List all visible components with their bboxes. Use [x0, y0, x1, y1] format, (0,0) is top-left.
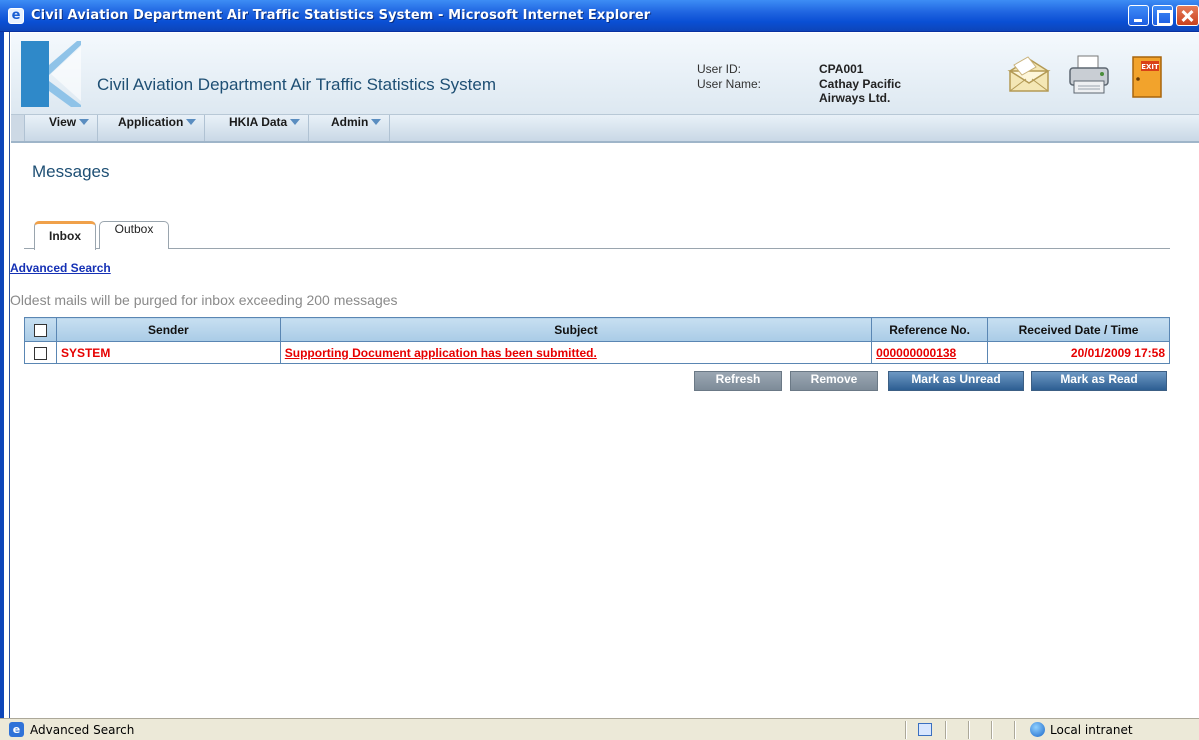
received-cell: 20/01/2009 17:58	[987, 341, 1170, 364]
menu-application[interactable]: Application	[110, 115, 206, 141]
status-text: Advanced Search	[30, 723, 135, 737]
column-header-reference[interactable]: Reference No.	[871, 317, 989, 342]
exit-door-icon[interactable]: EXIT	[1127, 55, 1167, 99]
menu-view[interactable]: View	[41, 115, 99, 141]
user-id-value: CPA001	[819, 62, 864, 76]
advanced-search-link[interactable]: Advanced Search	[10, 261, 111, 275]
maximize-button[interactable]	[1152, 5, 1173, 26]
menu-view-label: View	[49, 115, 77, 129]
window-title: Civil Aviation Department Air Traffic St…	[31, 8, 651, 23]
menu-hkia-data[interactable]: HKIA Data	[221, 115, 310, 141]
close-window-button[interactable]	[1176, 5, 1199, 26]
table-row: SYSTEM Supporting Document application h…	[24, 341, 1170, 364]
column-header-sender[interactable]: Sender	[55, 317, 281, 342]
app-title: Civil Aviation Department Air Traffic St…	[97, 75, 497, 94]
table-header-row: Sender Subject Reference No. Received Da…	[24, 317, 1170, 342]
page-icon	[918, 723, 932, 736]
remove-button[interactable]: Remove	[790, 371, 878, 391]
menu-application-label: Application	[118, 115, 184, 129]
select-all-checkbox[interactable]	[33, 323, 47, 337]
status-divider	[945, 721, 947, 739]
tab-outbox[interactable]: Outbox	[99, 221, 169, 249]
app-header: Civil Aviation Department Air Traffic St…	[11, 33, 1199, 115]
message-tabs: Inbox Outbox	[24, 221, 1170, 250]
page-status-icon: e	[9, 722, 24, 737]
chevron-down-icon	[79, 119, 90, 125]
subject-link[interactable]: Supporting Document application has been…	[285, 346, 597, 360]
page-title: Messages	[32, 162, 110, 181]
status-divider	[991, 721, 993, 739]
window-title-bar: e Civil Aviation Department Air Traffic …	[0, 0, 1199, 32]
reference-cell: 000000000138	[871, 341, 989, 364]
menu-hkia-data-label: HKIA Data	[229, 115, 288, 129]
subject-cell: Supporting Document application has been…	[279, 341, 873, 364]
cad-logo	[21, 41, 81, 107]
printer-icon[interactable]	[1066, 53, 1112, 97]
column-header-received[interactable]: Received Date / Time	[987, 317, 1170, 342]
messages-table: Sender Subject Reference No. Received Da…	[24, 317, 1170, 364]
status-bar: e Advanced Search Local intranet	[0, 718, 1199, 740]
chevron-down-icon	[186, 119, 197, 125]
menu-admin[interactable]: Admin	[323, 115, 391, 141]
mark-unread-button[interactable]: Mark as Unread	[888, 371, 1024, 391]
menu-bar-cap	[11, 115, 25, 141]
minimize-button[interactable]	[1128, 5, 1149, 26]
column-header-subject[interactable]: Subject	[279, 317, 873, 342]
user-name-label: User Name:	[697, 77, 762, 91]
exit-label: EXIT	[1141, 63, 1159, 71]
row-select-cell	[24, 341, 57, 364]
menu-bar: View Application HKIA Data Admin	[11, 115, 1199, 143]
chevron-down-icon	[371, 119, 382, 125]
tab-inbox[interactable]: Inbox	[34, 221, 96, 250]
window-frame-left	[0, 32, 10, 718]
status-divider	[1014, 721, 1016, 739]
security-zone: Local intranet	[1050, 723, 1133, 737]
status-divider	[905, 721, 907, 739]
internet-explorer-icon: e	[8, 8, 24, 24]
select-all-header	[24, 317, 57, 342]
row-checkbox[interactable]	[33, 346, 47, 360]
refresh-button[interactable]: Refresh	[694, 371, 782, 391]
sender-cell: SYSTEM	[55, 341, 281, 364]
reference-link[interactable]: 000000000138	[876, 346, 956, 360]
status-divider	[968, 721, 970, 739]
mark-read-button[interactable]: Mark as Read	[1031, 371, 1167, 391]
user-name-value-line2: Airways Ltd.	[819, 91, 891, 105]
chevron-down-icon	[290, 119, 301, 125]
purge-notice: Oldest mails will be purged for inbox ex…	[10, 292, 398, 308]
user-name-value: Cathay Pacific	[819, 77, 902, 91]
menu-admin-label: Admin	[331, 115, 369, 129]
user-id-label: User ID:	[697, 62, 742, 76]
envelope-icon[interactable]	[1006, 53, 1052, 97]
